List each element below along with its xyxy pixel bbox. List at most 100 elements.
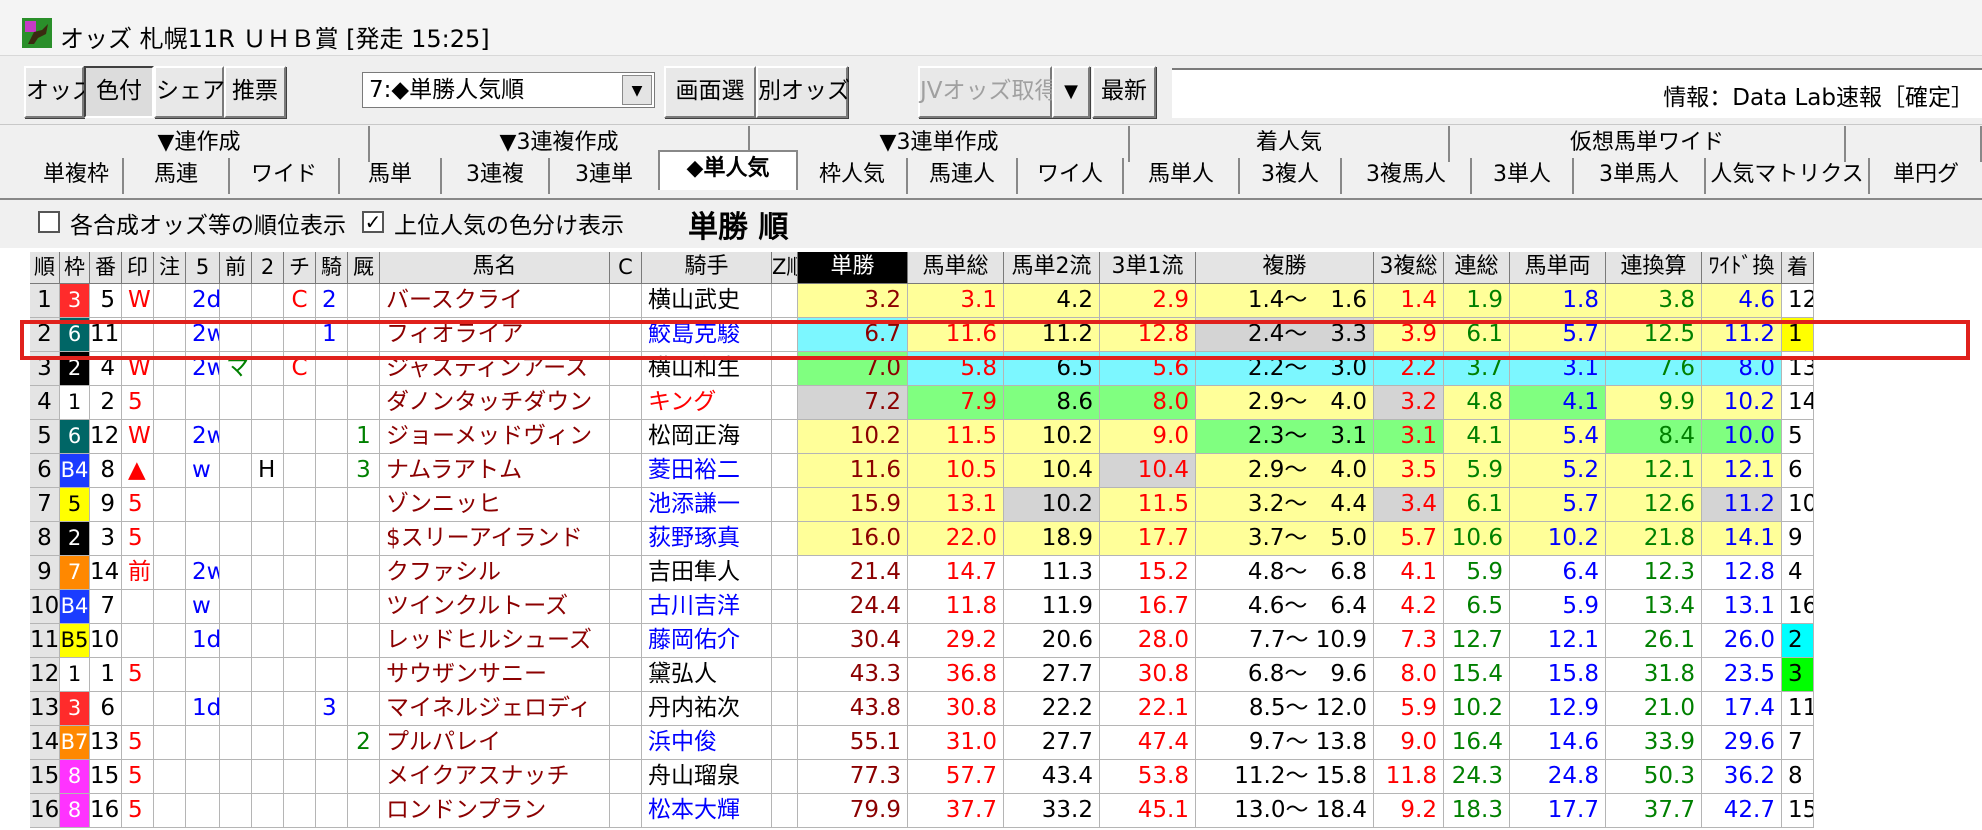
tab-win-yen-graph[interactable]: 単円グ: [1870, 158, 1982, 194]
tab-trifecta-horse-popularity[interactable]: 3単馬人: [1574, 158, 1706, 194]
jockey-cell[interactable]: 丹内祐次: [642, 692, 772, 726]
share-button[interactable]: シェア: [154, 66, 225, 118]
header-mark[interactable]: 印: [122, 252, 154, 284]
header-wide-conv[interactable]: ﾜｲﾄﾞ換: [1702, 252, 1782, 284]
dropdown-arrow-icon[interactable]: ▼: [622, 75, 652, 105]
rank-display-label[interactable]: 各合成オッズ等の順位表示: [70, 206, 346, 240]
separate-odds-button[interactable]: 別オッズ: [756, 66, 850, 118]
header-exacta-total[interactable]: 馬単総: [908, 252, 1004, 284]
horse-name-cell[interactable]: クファシル: [380, 556, 610, 590]
horse-name-cell[interactable]: メイクアスナッチ: [380, 760, 610, 794]
jockey-cell[interactable]: 松本大輝: [642, 794, 772, 828]
header-finish[interactable]: 着: [1782, 252, 1814, 284]
header-quinella-conv[interactable]: 連換算: [1606, 252, 1702, 284]
header-quinella-total[interactable]: 連総: [1444, 252, 1510, 284]
jv-odds-fetch-button[interactable]: JVオッズ取得: [918, 66, 1058, 118]
jockey-cell[interactable]: 藤岡佑介: [642, 624, 772, 658]
header-jockey-mark[interactable]: 騎: [316, 252, 348, 284]
header-horse-name[interactable]: 馬名: [380, 252, 610, 284]
header-c[interactable]: C: [610, 252, 642, 284]
header-rank[interactable]: 順: [30, 252, 60, 284]
header-exacta-both[interactable]: 馬単両: [1510, 252, 1606, 284]
jockey-cell[interactable]: 荻野琢真: [642, 522, 772, 556]
header-prev[interactable]: 前: [220, 252, 252, 284]
horse-name-cell[interactable]: マイネルジェロディ: [380, 692, 610, 726]
header-place-odds[interactable]: 複勝: [1196, 252, 1374, 284]
horse-name-cell[interactable]: ナムラアトム: [380, 454, 610, 488]
color-display-label[interactable]: 上位人気の色分け表示: [394, 206, 624, 240]
tab-group-virtual[interactable]: 仮想馬単ワイド: [1450, 126, 1846, 162]
tab-trifecta[interactable]: 3連単: [550, 158, 658, 194]
jockey-cell[interactable]: 菱田裕二: [642, 454, 772, 488]
tab-group-arrival[interactable]: 着人気: [1130, 126, 1450, 162]
tab-quinella[interactable]: 馬連: [124, 158, 230, 194]
tab-trio-popularity[interactable]: 3複人: [1240, 158, 1342, 194]
exacta-total-cell: 14.7: [908, 556, 1004, 590]
odds-table[interactable]: 順枠番印注5前2チ騎厩馬名C騎手Z順単勝馬単総馬単2流3単1流複勝3複総連総馬単…: [30, 252, 1972, 830]
odds-button[interactable]: オッズ: [24, 66, 95, 118]
tab-trio[interactable]: 3連複: [442, 158, 550, 194]
header-umaban[interactable]: 番: [90, 252, 122, 284]
header-waku[interactable]: 枠: [60, 252, 90, 284]
jockey-cell[interactable]: 吉田隼人: [642, 556, 772, 590]
header-five[interactable]: 5: [186, 252, 220, 284]
tab-win-place-frame[interactable]: 単複枠: [30, 158, 124, 194]
tab-wide[interactable]: ワイド: [230, 158, 340, 194]
header-trio-total[interactable]: 3複総: [1374, 252, 1444, 284]
header-stable[interactable]: 厩: [348, 252, 380, 284]
header-chi[interactable]: チ: [284, 252, 316, 284]
tab-exacta-popularity[interactable]: 馬単人: [1124, 158, 1240, 194]
tab-quinella-popularity[interactable]: 馬連人: [908, 158, 1018, 194]
c-cell: [610, 284, 642, 318]
five-cell: [186, 386, 220, 420]
header-exacta-2[interactable]: 馬単2流: [1004, 252, 1100, 284]
jockey-cell[interactable]: 池添謙一: [642, 488, 772, 522]
tab-frame-popularity[interactable]: 枠人気: [798, 158, 908, 194]
jockey-cell[interactable]: 横山武史: [642, 284, 772, 318]
horse-name-cell[interactable]: ジョーメッドヴィン: [380, 420, 610, 454]
header-win-odds[interactable]: 単勝: [798, 252, 908, 284]
screen-select-button[interactable]: 画面選: [664, 66, 756, 118]
vote-button[interactable]: 推票: [224, 66, 286, 118]
tab-trio-horse-popularity[interactable]: 3複馬人: [1342, 158, 1472, 194]
horse-name-cell[interactable]: ロンドンプラン: [380, 794, 610, 828]
jockey-cell[interactable]: 古川吉洋: [642, 590, 772, 624]
tab-popularity-matrix[interactable]: 人気マトリクス: [1706, 158, 1870, 194]
rank-display-checkbox[interactable]: [38, 211, 60, 233]
tab-trifecta-popularity[interactable]: 3単人: [1472, 158, 1574, 194]
header-note[interactable]: 注: [154, 252, 186, 284]
horse-name-cell[interactable]: ジャスティンアース: [380, 352, 610, 386]
horse-name-cell[interactable]: バースクライ: [380, 284, 610, 318]
horse-name-cell[interactable]: ゾンニッヒ: [380, 488, 610, 522]
tab-group-ren[interactable]: ▼連作成: [30, 126, 370, 162]
jockey-cell[interactable]: 黛弘人: [642, 658, 772, 692]
color-button[interactable]: 色付: [84, 66, 154, 118]
header-jockey[interactable]: 騎手: [642, 252, 772, 284]
color-display-checkbox[interactable]: ✓: [362, 211, 384, 233]
horse-name-cell[interactable]: $スリーアイランド: [380, 522, 610, 556]
note-cell: [154, 488, 186, 522]
jv-dropdown-icon[interactable]: ▼: [1052, 66, 1090, 118]
horse-name-cell[interactable]: レッドヒルシューズ: [380, 624, 610, 658]
horse-name-cell[interactable]: フィオライア: [380, 318, 610, 352]
jockey-cell[interactable]: 舟山瑠泉: [642, 760, 772, 794]
jockey-cell[interactable]: 鮫島克駿: [642, 318, 772, 352]
jockey-cell[interactable]: 横山和生: [642, 352, 772, 386]
tab-win-popularity[interactable]: ◆単人気: [658, 150, 798, 190]
jockey-cell[interactable]: 松岡正海: [642, 420, 772, 454]
jockey-cell[interactable]: 浜中俊: [642, 726, 772, 760]
refresh-button[interactable]: 最新: [1092, 66, 1156, 118]
horse-name-cell[interactable]: ツインクルトーズ: [380, 590, 610, 624]
horse-name-cell[interactable]: サウザンサニー: [380, 658, 610, 692]
horse-name-cell[interactable]: プルパレイ: [380, 726, 610, 760]
tab-group-3rentan[interactable]: ▼3連単作成: [750, 126, 1130, 162]
jockey-cell[interactable]: キング: [642, 386, 772, 420]
view-select[interactable]: 7:◆単勝人気順 ▼: [362, 72, 655, 108]
header-z-rank[interactable]: Z順: [772, 252, 798, 284]
win-odds-cell: 15.9: [798, 488, 908, 522]
tab-wide-popularity[interactable]: ワイ人: [1018, 158, 1124, 194]
tab-exacta[interactable]: 馬単: [340, 158, 442, 194]
horse-name-cell[interactable]: ダノンタッチダウン: [380, 386, 610, 420]
header-trifecta-1[interactable]: 3単1流: [1100, 252, 1196, 284]
header-two[interactable]: 2: [252, 252, 284, 284]
